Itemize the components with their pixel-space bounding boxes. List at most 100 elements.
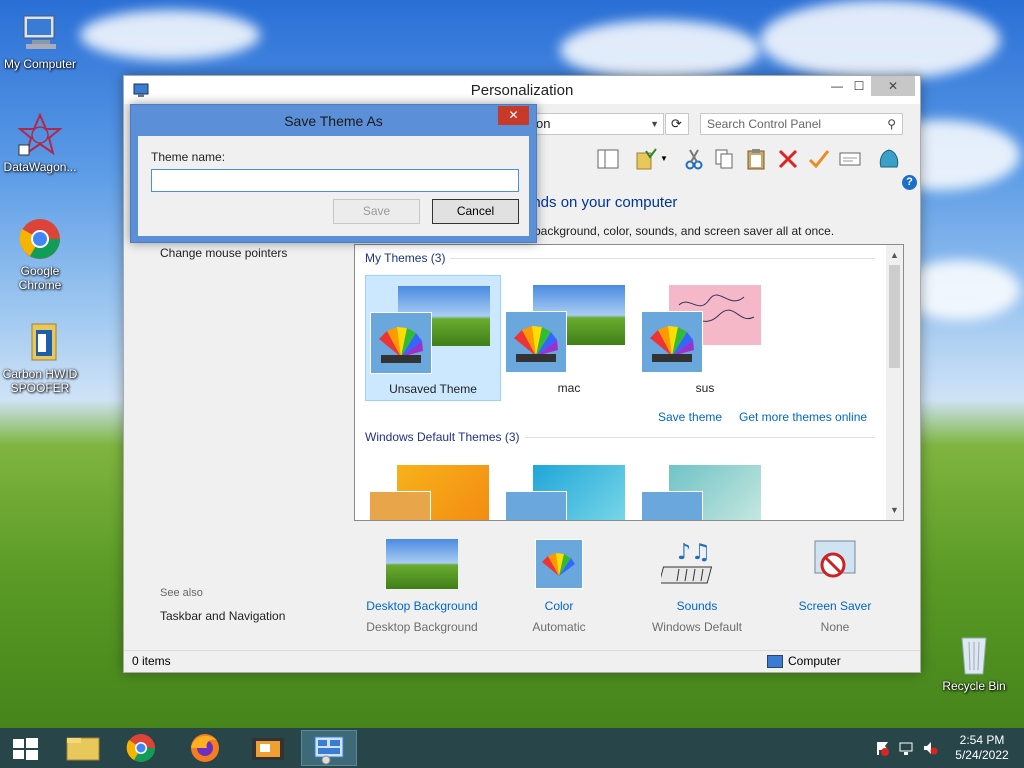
dialog-close-button[interactable]: ✕ xyxy=(498,106,529,125)
see-also-title: See also xyxy=(160,587,203,599)
theme-default-flowers[interactable] xyxy=(637,455,773,520)
theme-name: mac xyxy=(557,381,581,395)
address-bar[interactable]: on ▼ xyxy=(529,113,664,135)
taskbar-media-player[interactable] xyxy=(240,730,296,766)
theme-mac[interactable]: mac xyxy=(501,275,637,401)
volume-muted-icon[interactable] xyxy=(922,740,938,756)
see-also-taskbar-navigation[interactable]: Taskbar and Navigation xyxy=(160,609,285,623)
desktop-icon-label: Recycle Bin xyxy=(942,679,1006,693)
desktop-icon-label: Google Chrome xyxy=(18,264,62,292)
scroll-down-icon[interactable]: ▼ xyxy=(886,502,903,518)
cancel-button[interactable]: Cancel xyxy=(432,199,519,224)
theme-name-input[interactable] xyxy=(151,169,519,192)
dialog-body: Theme name: Save Cancel xyxy=(138,136,529,236)
color-item[interactable]: Color Automatic xyxy=(494,539,624,634)
group-divider xyxy=(450,258,875,259)
taskbar-firefox[interactable] xyxy=(177,730,233,766)
page-heading: unds on your computer xyxy=(524,194,678,211)
taskbar-control-panel[interactable] xyxy=(301,730,357,766)
chevron-down-icon[interactable]: ▼ xyxy=(650,114,659,134)
cut-icon[interactable] xyxy=(682,147,706,171)
refresh-button[interactable]: ⟳ xyxy=(665,113,689,135)
computer-small-icon xyxy=(767,655,783,668)
theme-default-windows[interactable] xyxy=(365,455,501,520)
folder-options-icon[interactable] xyxy=(634,147,658,171)
theme-default-lines[interactable] xyxy=(501,455,637,520)
color-palette-icon xyxy=(641,491,703,520)
address-text: on xyxy=(536,116,551,131)
desktop-icon-carbon-hwid-spoofer[interactable]: Carbon HWID SPOOFER xyxy=(0,320,80,395)
theme-sus[interactable]: sus xyxy=(637,275,773,401)
start-button[interactable] xyxy=(0,730,50,766)
folder-icon xyxy=(18,320,62,364)
network-icon[interactable] xyxy=(898,740,914,756)
layout-icon[interactable] xyxy=(596,147,620,171)
color-palette-icon xyxy=(505,311,567,373)
default-themes-header: Windows Default Themes (3) xyxy=(365,430,520,444)
clock[interactable]: 2:54 PM 5/24/2022 xyxy=(948,733,1016,763)
sounds-value: Windows Default xyxy=(651,620,743,634)
save-button[interactable]: Save xyxy=(333,199,420,224)
page-subheading: p background, color, sounds, and screen … xyxy=(524,224,835,238)
taskbar-chrome[interactable] xyxy=(113,730,169,766)
help-icon[interactable]: ? xyxy=(902,175,917,190)
theme-name: sus xyxy=(695,381,715,395)
theme-unsaved[interactable]: Unsaved Theme xyxy=(365,275,501,401)
color-icon xyxy=(535,539,583,589)
status-bar: 0 items Computer xyxy=(124,650,920,672)
save-theme-link[interactable]: Save theme xyxy=(658,410,722,424)
left-link-change-mouse-pointers[interactable]: Change mouse pointers xyxy=(160,246,287,260)
group-divider xyxy=(525,437,875,438)
desktop-icon-label: My Computer xyxy=(3,57,77,71)
clock-date: 5/24/2022 xyxy=(955,748,1009,762)
save-theme-dialog: Save Theme As ✕ Theme name: Save Cancel xyxy=(130,104,537,243)
screen-saver-item[interactable]: Screen Saver None xyxy=(770,539,900,634)
properties-icon[interactable] xyxy=(838,147,862,171)
datawagon-icon xyxy=(17,112,63,157)
color-value: Automatic xyxy=(532,620,586,634)
action-center-icon[interactable] xyxy=(874,740,890,756)
color-label: Color xyxy=(544,599,574,613)
desktop-background-icon xyxy=(386,539,458,589)
desktop-background-value: Desktop Background xyxy=(366,620,478,634)
dropdown-arrow-icon[interactable]: ▼ xyxy=(660,147,684,171)
window-titlebar[interactable]: Personalization — ☐ ✕ xyxy=(124,76,920,104)
status-location: Computer xyxy=(788,654,841,668)
themes-scrollbar[interactable]: ▲ ▼ xyxy=(886,245,903,520)
control-panel-icon xyxy=(314,736,344,765)
desktop-icon-label: Carbon HWID SPOOFER xyxy=(2,367,78,395)
items-count: 0 items xyxy=(132,654,171,668)
desktop-icon-google-chrome[interactable]: Google Chrome xyxy=(0,217,80,292)
taskbar-file-explorer[interactable] xyxy=(55,730,111,766)
firefox-icon xyxy=(191,734,219,762)
theme-name: Unsaved Theme xyxy=(389,382,477,396)
taskbar: 2:54 PM 5/24/2022 xyxy=(0,728,1024,768)
sounds-item[interactable]: ♪♫ Sounds Windows Default xyxy=(632,539,762,634)
clock-time: 2:54 PM xyxy=(959,733,1005,747)
dialog-title: Save Theme As xyxy=(284,113,383,129)
check-icon[interactable] xyxy=(807,147,831,171)
copy-icon[interactable] xyxy=(712,147,736,171)
desktop-background-item[interactable]: Desktop Background Desktop Background xyxy=(357,539,487,634)
shell-icon[interactable] xyxy=(877,147,901,171)
chrome-icon xyxy=(126,734,155,762)
my-themes-header: My Themes (3) xyxy=(365,251,446,265)
windows-logo-icon xyxy=(13,738,38,760)
desktop-icon-datawagon[interactable]: DataWagon... xyxy=(0,112,80,174)
desktop-icon-my-computer[interactable]: My Computer xyxy=(0,10,80,71)
paste-icon[interactable] xyxy=(744,147,768,171)
maximize-button[interactable]: ☐ xyxy=(846,76,872,96)
delete-icon[interactable] xyxy=(776,147,800,171)
color-palette-icon xyxy=(505,491,567,520)
window-title: Personalization xyxy=(470,82,574,99)
search-input[interactable]: Search Control Panel ⚲ xyxy=(700,113,903,135)
get-more-themes-link[interactable]: Get more themes online xyxy=(739,410,867,424)
desktop-icon-recycle-bin[interactable]: Recycle Bin xyxy=(934,632,1014,693)
color-palette-icon xyxy=(370,312,432,374)
close-button[interactable]: ✕ xyxy=(871,76,915,96)
desktop-background-label: Desktop Background xyxy=(366,599,478,613)
screen-saver-label: Screen Saver xyxy=(798,599,872,613)
scroll-up-icon[interactable]: ▲ xyxy=(886,247,903,263)
film-icon xyxy=(252,738,284,760)
scroll-thumb[interactable] xyxy=(889,265,900,368)
